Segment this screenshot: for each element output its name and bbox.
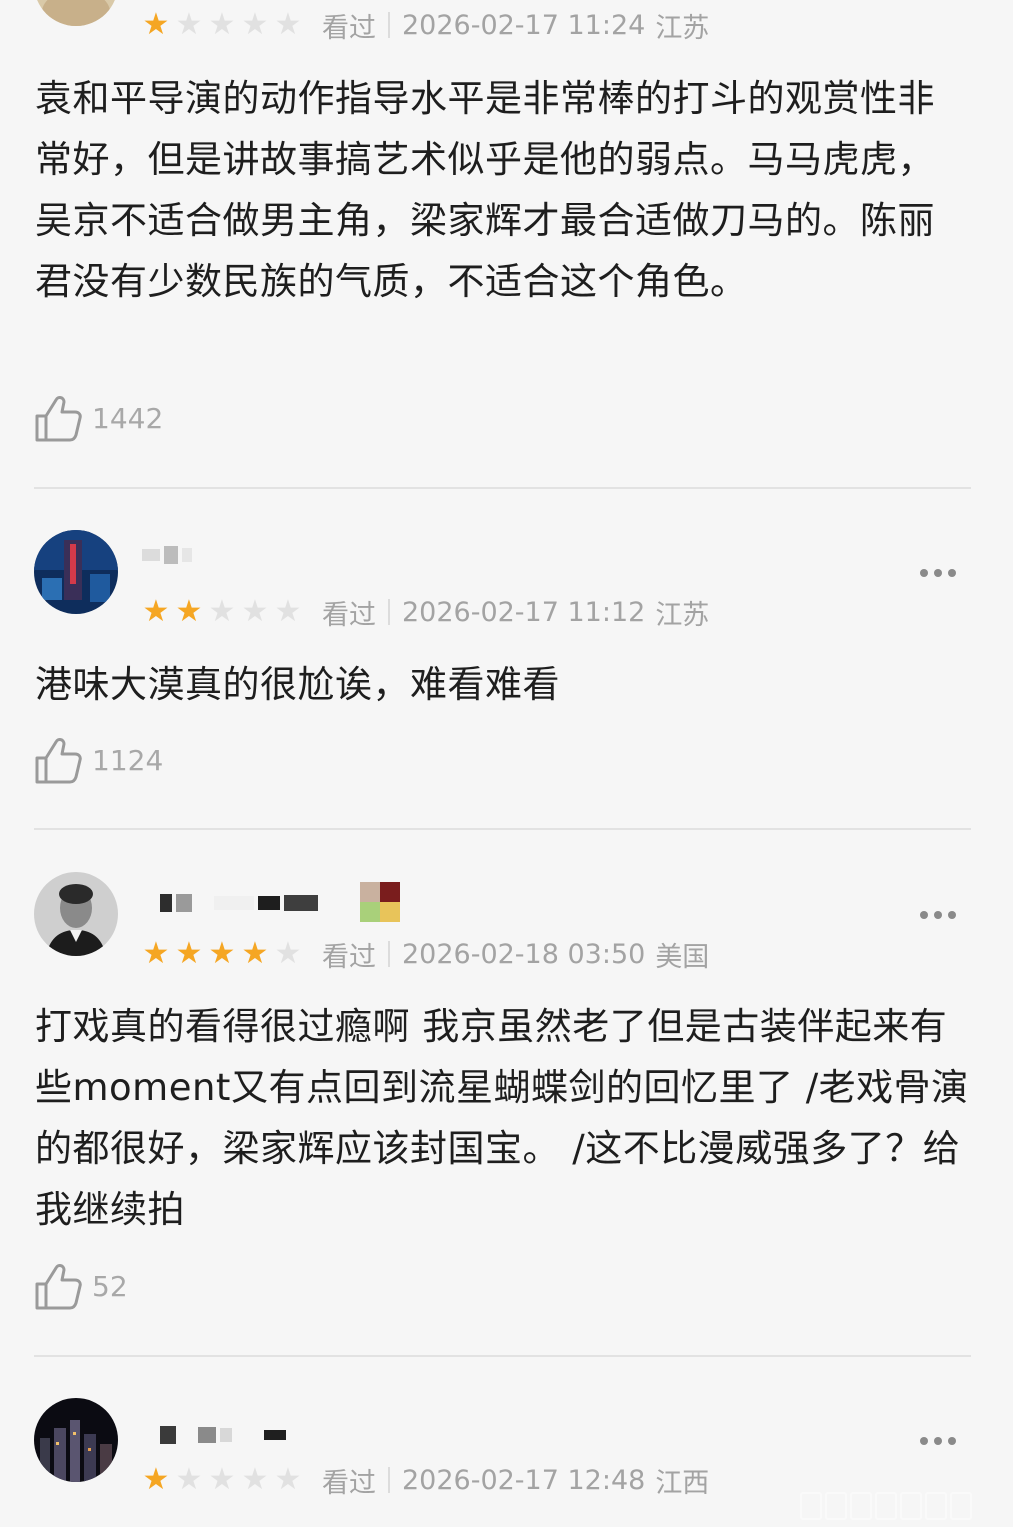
review-meta: ★ ★ ★ ★ ★ 看过 2026-02-17 11:12 江苏 <box>140 592 710 632</box>
star-icon: ★ <box>274 1462 302 1497</box>
avatar[interactable] <box>34 530 118 614</box>
review-content: 打戏真的看得很过瘾啊 我京虽然老了但是古装伴起来有些moment又有点回到流星蝴… <box>35 1005 969 1231</box>
review-time: 2026-02-18 03:50 <box>402 938 646 970</box>
user-badge <box>360 882 400 922</box>
meta-divider <box>388 12 390 38</box>
review-item: ★ ★ ★ ★ ★ 看过 2026-02-17 11:24 江苏 袁和平导演的动作指导水… <box>0 0 1013 490</box>
username-blurred[interactable] <box>142 540 192 570</box>
star-icon: ★ <box>274 594 302 629</box>
star-icon: ★ <box>175 594 203 629</box>
divider <box>34 1355 971 1357</box>
watched-label: 看过 <box>322 12 376 44</box>
review-location: 江西 <box>655 1467 710 1499</box>
review-time: 2026-02-17 11:12 <box>402 596 646 628</box>
more-icon <box>920 1437 928 1445</box>
review-location: 江苏 <box>655 12 710 44</box>
star-icon: ★ <box>142 594 170 629</box>
more-icon <box>920 911 928 919</box>
meta-divider <box>388 1467 390 1493</box>
like-button[interactable]: 52 <box>34 1260 128 1312</box>
star-icon: ★ <box>241 1462 269 1497</box>
rating-stars: ★ ★ ★ ★ ★ <box>140 939 304 969</box>
star-icon: ★ <box>175 7 203 42</box>
meta-divider <box>388 599 390 625</box>
watermark <box>800 1489 1005 1523</box>
more-button[interactable] <box>913 1426 963 1456</box>
review-time: 2026-02-17 12:48 <box>402 1464 646 1496</box>
like-count: 1124 <box>92 743 164 777</box>
star-icon: ★ <box>208 936 236 971</box>
review-location: 江苏 <box>655 599 710 631</box>
star-icon: ★ <box>142 1462 170 1497</box>
more-button[interactable] <box>913 558 963 588</box>
like-count: 52 <box>92 1269 128 1303</box>
star-icon: ★ <box>142 936 170 971</box>
review-content: 港味大漠真的很尬诶，难看难看 <box>35 663 560 706</box>
star-icon: ★ <box>274 7 302 42</box>
star-icon: ★ <box>142 7 170 42</box>
star-icon: ★ <box>208 594 236 629</box>
star-icon: ★ <box>175 1462 203 1497</box>
watched-label: 看过 <box>322 599 376 631</box>
review-time: 2026-02-17 11:24 <box>402 9 646 41</box>
review-meta: ★ ★ ★ ★ ★ 看过 2026-02-17 12:48 江西 <box>140 1460 710 1500</box>
watched-label: 看过 <box>322 1467 376 1499</box>
star-icon: ★ <box>241 936 269 971</box>
rating-stars: ★ ★ ★ ★ ★ <box>140 1465 304 1495</box>
star-icon: ★ <box>241 594 269 629</box>
rating-stars: ★ ★ ★ ★ ★ <box>140 597 304 627</box>
review-meta: ★ ★ ★ ★ ★ 看过 2026-02-18 03:50 美国 <box>140 934 710 974</box>
review-location: 美国 <box>655 941 710 973</box>
star-icon: ★ <box>241 7 269 42</box>
more-icon <box>920 569 928 577</box>
username-blurred[interactable] <box>142 888 318 918</box>
avatar[interactable] <box>34 0 118 26</box>
review-content: 袁和平导演的动作指导水平是非常棒的打斗的观赏性非常好，但是讲故事搞艺术似乎是他的… <box>35 77 935 303</box>
review-item: ★ ★ ★ ★ ★ 看过 2026-02-17 11:12 江苏 港味大漠真的很尬诶，难… <box>0 490 1013 830</box>
like-button[interactable]: 1442 <box>34 392 163 444</box>
watched-label: 看过 <box>322 941 376 973</box>
like-button[interactable]: 1124 <box>34 734 163 786</box>
meta-divider <box>388 941 390 967</box>
username-blurred[interactable] <box>142 1420 286 1450</box>
avatar[interactable] <box>34 1398 118 1482</box>
star-icon: ★ <box>208 1462 236 1497</box>
star-icon: ★ <box>274 936 302 971</box>
thumbs-up-icon <box>35 1264 82 1310</box>
thumbs-up-icon <box>35 396 82 442</box>
like-count: 1442 <box>92 401 164 435</box>
divider <box>34 487 971 489</box>
review-item: ★ ★ ★ ★ ★ 看过 2026-02-18 03:50 美国 打戏真的看得很过瘾啊 … <box>0 830 1013 1358</box>
star-icon: ★ <box>208 7 236 42</box>
rating-stars: ★ ★ ★ ★ ★ <box>140 10 304 40</box>
avatar[interactable] <box>34 872 118 956</box>
thumbs-up-icon <box>35 738 82 784</box>
star-icon: ★ <box>175 936 203 971</box>
review-meta: ★ ★ ★ ★ ★ 看过 2026-02-17 11:24 江苏 <box>140 5 710 45</box>
more-button[interactable] <box>913 900 963 930</box>
